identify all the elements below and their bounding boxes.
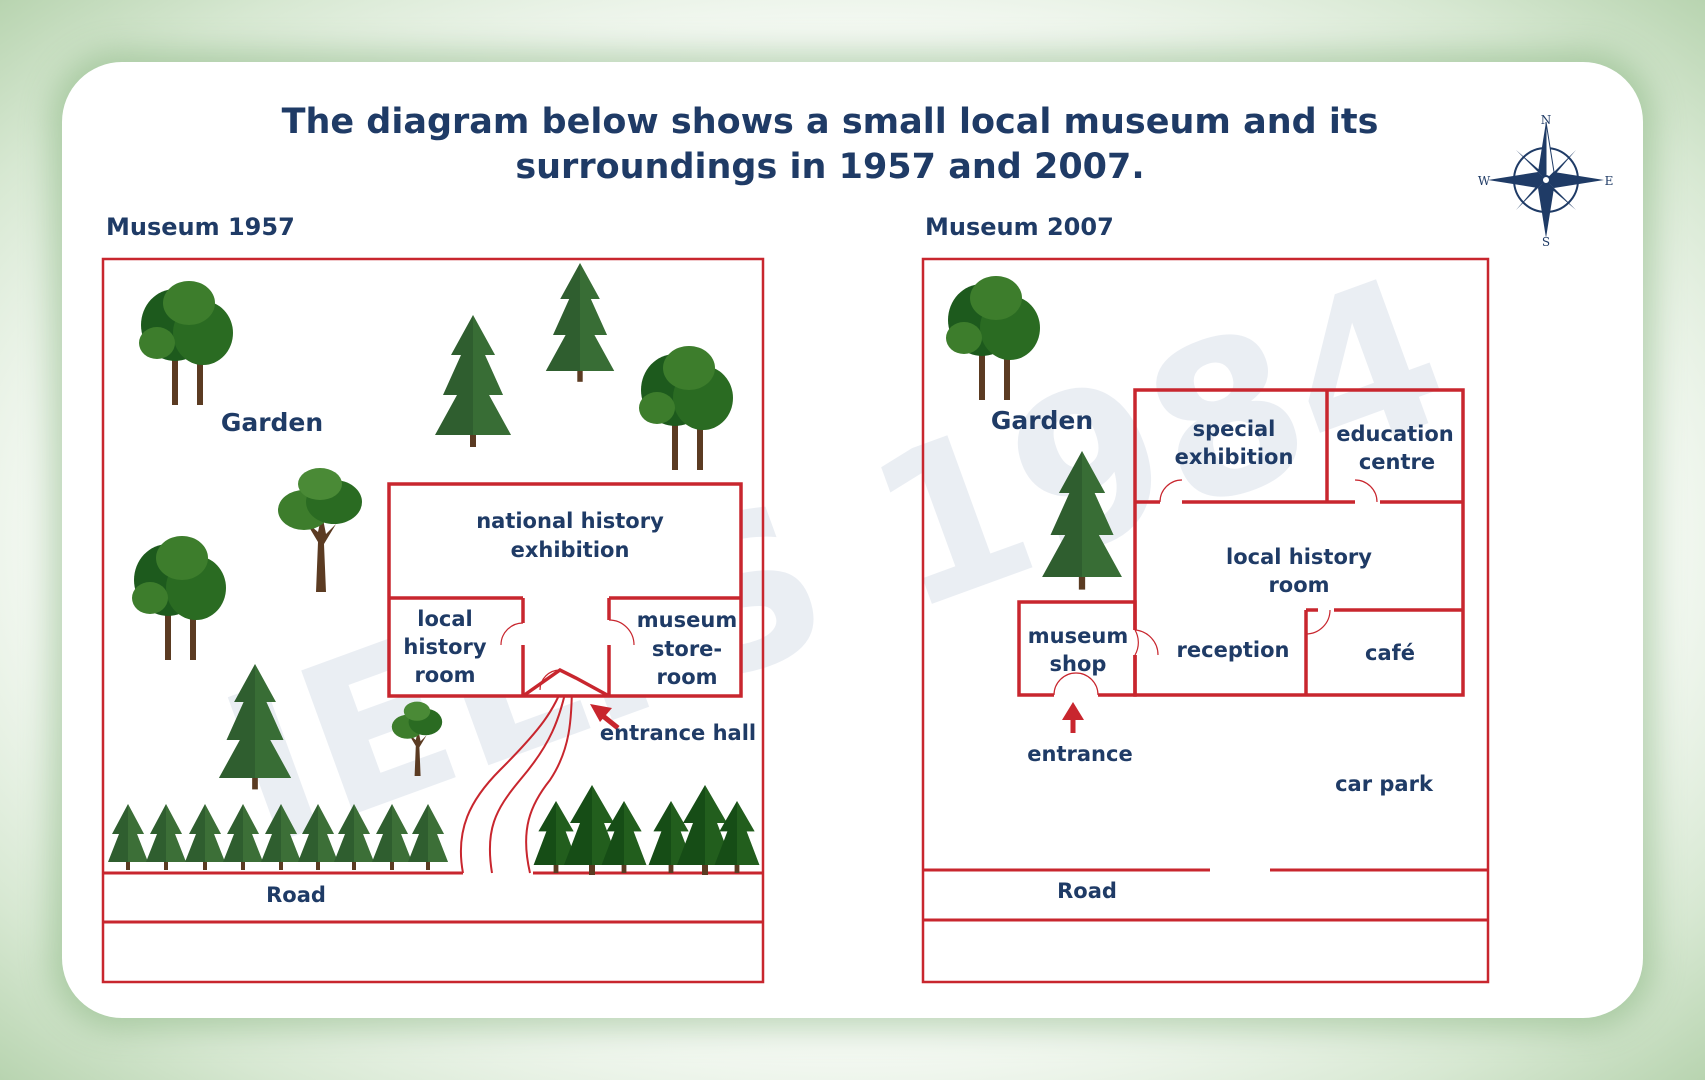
local-history-label-1: local [417,607,472,631]
road-2007-label: Road [1057,879,1117,903]
tree-icon [278,468,362,592]
special-exhibition-label-1: special [1193,417,1276,441]
reception-label: reception [1177,638,1290,662]
pine-tree-icon [545,263,615,382]
local-history-label-2: history [403,635,486,659]
local-history-2007-label-2: room [1268,573,1329,597]
store-room-label-1: museum [637,608,737,632]
store-room-label-2: store- [652,637,722,661]
compass-icon [1488,121,1604,238]
compass-n: N [1541,113,1552,127]
museum-diagram: IELTS 1984 N S E W Garden national histo… [101,113,1614,984]
tree-row-right [533,785,760,875]
compass-e: E [1605,174,1614,188]
special-exhibition-label-2: exhibition [1175,445,1294,469]
garden-1957-label: Garden [221,408,323,437]
museum-shop-label-2: shop [1050,652,1107,676]
tree-row-left [108,804,448,870]
local-history-2007-label-1: local history [1226,545,1372,569]
national-history-label-1: national history [476,509,664,533]
education-centre-label-2: centre [1359,450,1435,474]
tree-icon [139,281,233,405]
national-history-label-2: exhibition [511,538,630,562]
tree-icon [132,536,226,660]
cafe-label: café [1365,641,1415,665]
compass-s: S [1542,235,1550,249]
entrance-hall-label: entrance hall [600,721,756,745]
store-room-label-3: room [656,665,717,689]
museum-shop-label-1: museum [1028,624,1128,648]
compass-w: W [1478,174,1491,188]
car-park-label: car park [1335,772,1434,796]
pine-tree-icon [435,315,511,447]
education-centre-label-1: education [1336,422,1453,446]
entrance-label: entrance [1027,742,1132,766]
tree-icon [639,346,733,470]
local-history-label-3: room [414,663,475,687]
road-1957-label: Road [266,883,326,907]
garden-2007-label: Garden [991,406,1093,435]
entrance-arrow-icon [1062,702,1084,733]
